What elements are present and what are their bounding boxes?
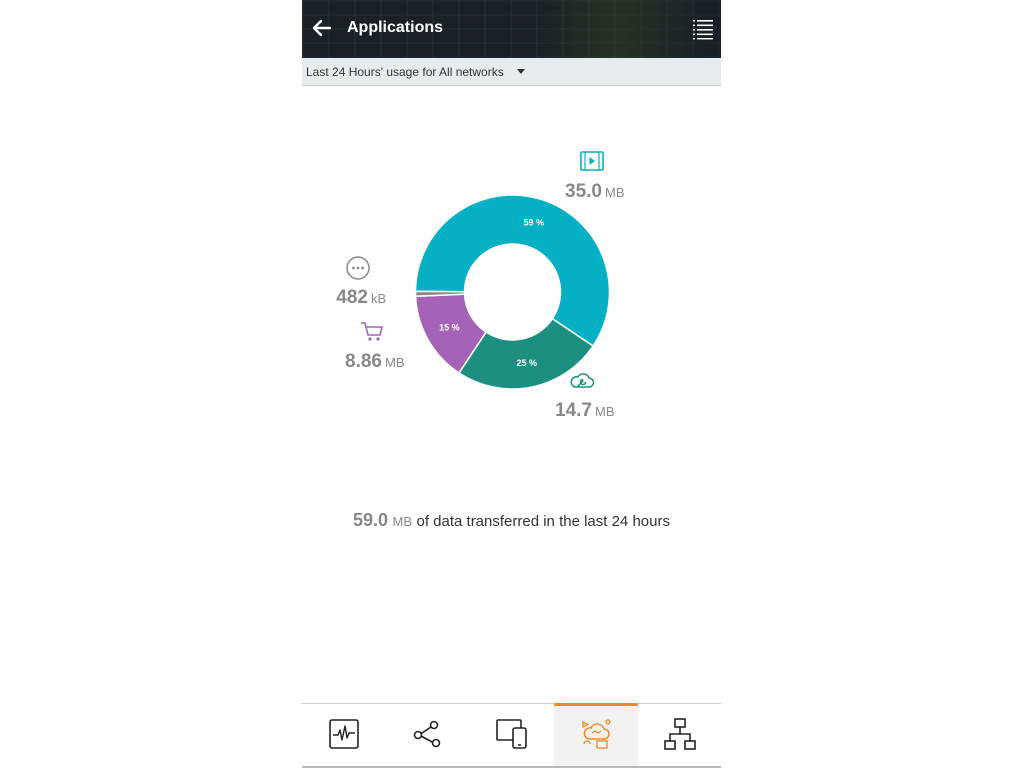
slice-percent-shopping: 15 % — [439, 323, 460, 333]
legend-cloud-value: 14.7 — [555, 400, 592, 421]
arrow-left-icon[interactable] — [310, 16, 334, 40]
legend-other-unit: kB — [371, 291, 386, 306]
network-filter-dropdown[interactable]: Last 24 Hours' usage for All networks — [302, 58, 721, 86]
legend-streaming-value: 35.0 — [565, 181, 602, 202]
summary-unit: MB — [392, 514, 413, 529]
video-icon — [580, 151, 604, 171]
summary-text: of data transferred in the last 24 hours — [416, 513, 670, 530]
bottom-navigation — [302, 703, 721, 769]
topology-icon — [664, 718, 696, 750]
page-title: Applications — [347, 19, 444, 36]
chevron-down-icon — [517, 69, 525, 74]
legend-shopping-unit: MB — [385, 355, 405, 370]
legend-cloud-unit: MB — [595, 404, 615, 419]
activity-icon — [329, 719, 359, 749]
legend-streaming-unit: MB — [605, 185, 625, 200]
network-nodes-icon — [413, 720, 441, 748]
nav-applications[interactable] — [554, 703, 638, 768]
usage-summary: 59.0 MB of data transferred in the last … — [302, 510, 721, 531]
legend-shopping-value: 8.86 — [345, 351, 382, 372]
nav-topology[interactable] — [638, 704, 722, 768]
nav-devices[interactable] — [470, 704, 554, 768]
legend-shopping[interactable]: 8.86 MB — [345, 322, 405, 372]
usage-donut-chart: 59 % 25 % 15 % 35.0 MB 14.7 MB 482 kB 8.86… — [336, 151, 625, 421]
devices-icon — [496, 719, 527, 749]
legend-cloud[interactable]: 14.7 MB — [555, 373, 615, 421]
phone-screen: Applications Last 24 Hours' usage for Al… — [302, 0, 721, 769]
nav-network[interactable] — [386, 704, 470, 768]
cart-icon — [361, 322, 383, 341]
legend-other[interactable]: 482 kB — [336, 256, 386, 308]
legend-other-value: 482 — [336, 287, 368, 308]
applications-icon — [582, 719, 611, 749]
slice-percent-streaming: 59 % — [524, 218, 545, 228]
slice-percent-cloud-utility: 25 % — [517, 358, 538, 368]
nav-activity[interactable] — [302, 704, 386, 768]
more-icon — [346, 256, 370, 280]
filter-label: Last 24 Hours' usage for All networks — [306, 65, 504, 79]
summary-value: 59.0 — [353, 510, 389, 530]
list-icon[interactable] — [692, 18, 714, 40]
cloud-wrench-icon — [570, 373, 595, 388]
legend-streaming[interactable]: 35.0 MB — [565, 151, 625, 202]
app-bar: Applications — [302, 0, 721, 58]
